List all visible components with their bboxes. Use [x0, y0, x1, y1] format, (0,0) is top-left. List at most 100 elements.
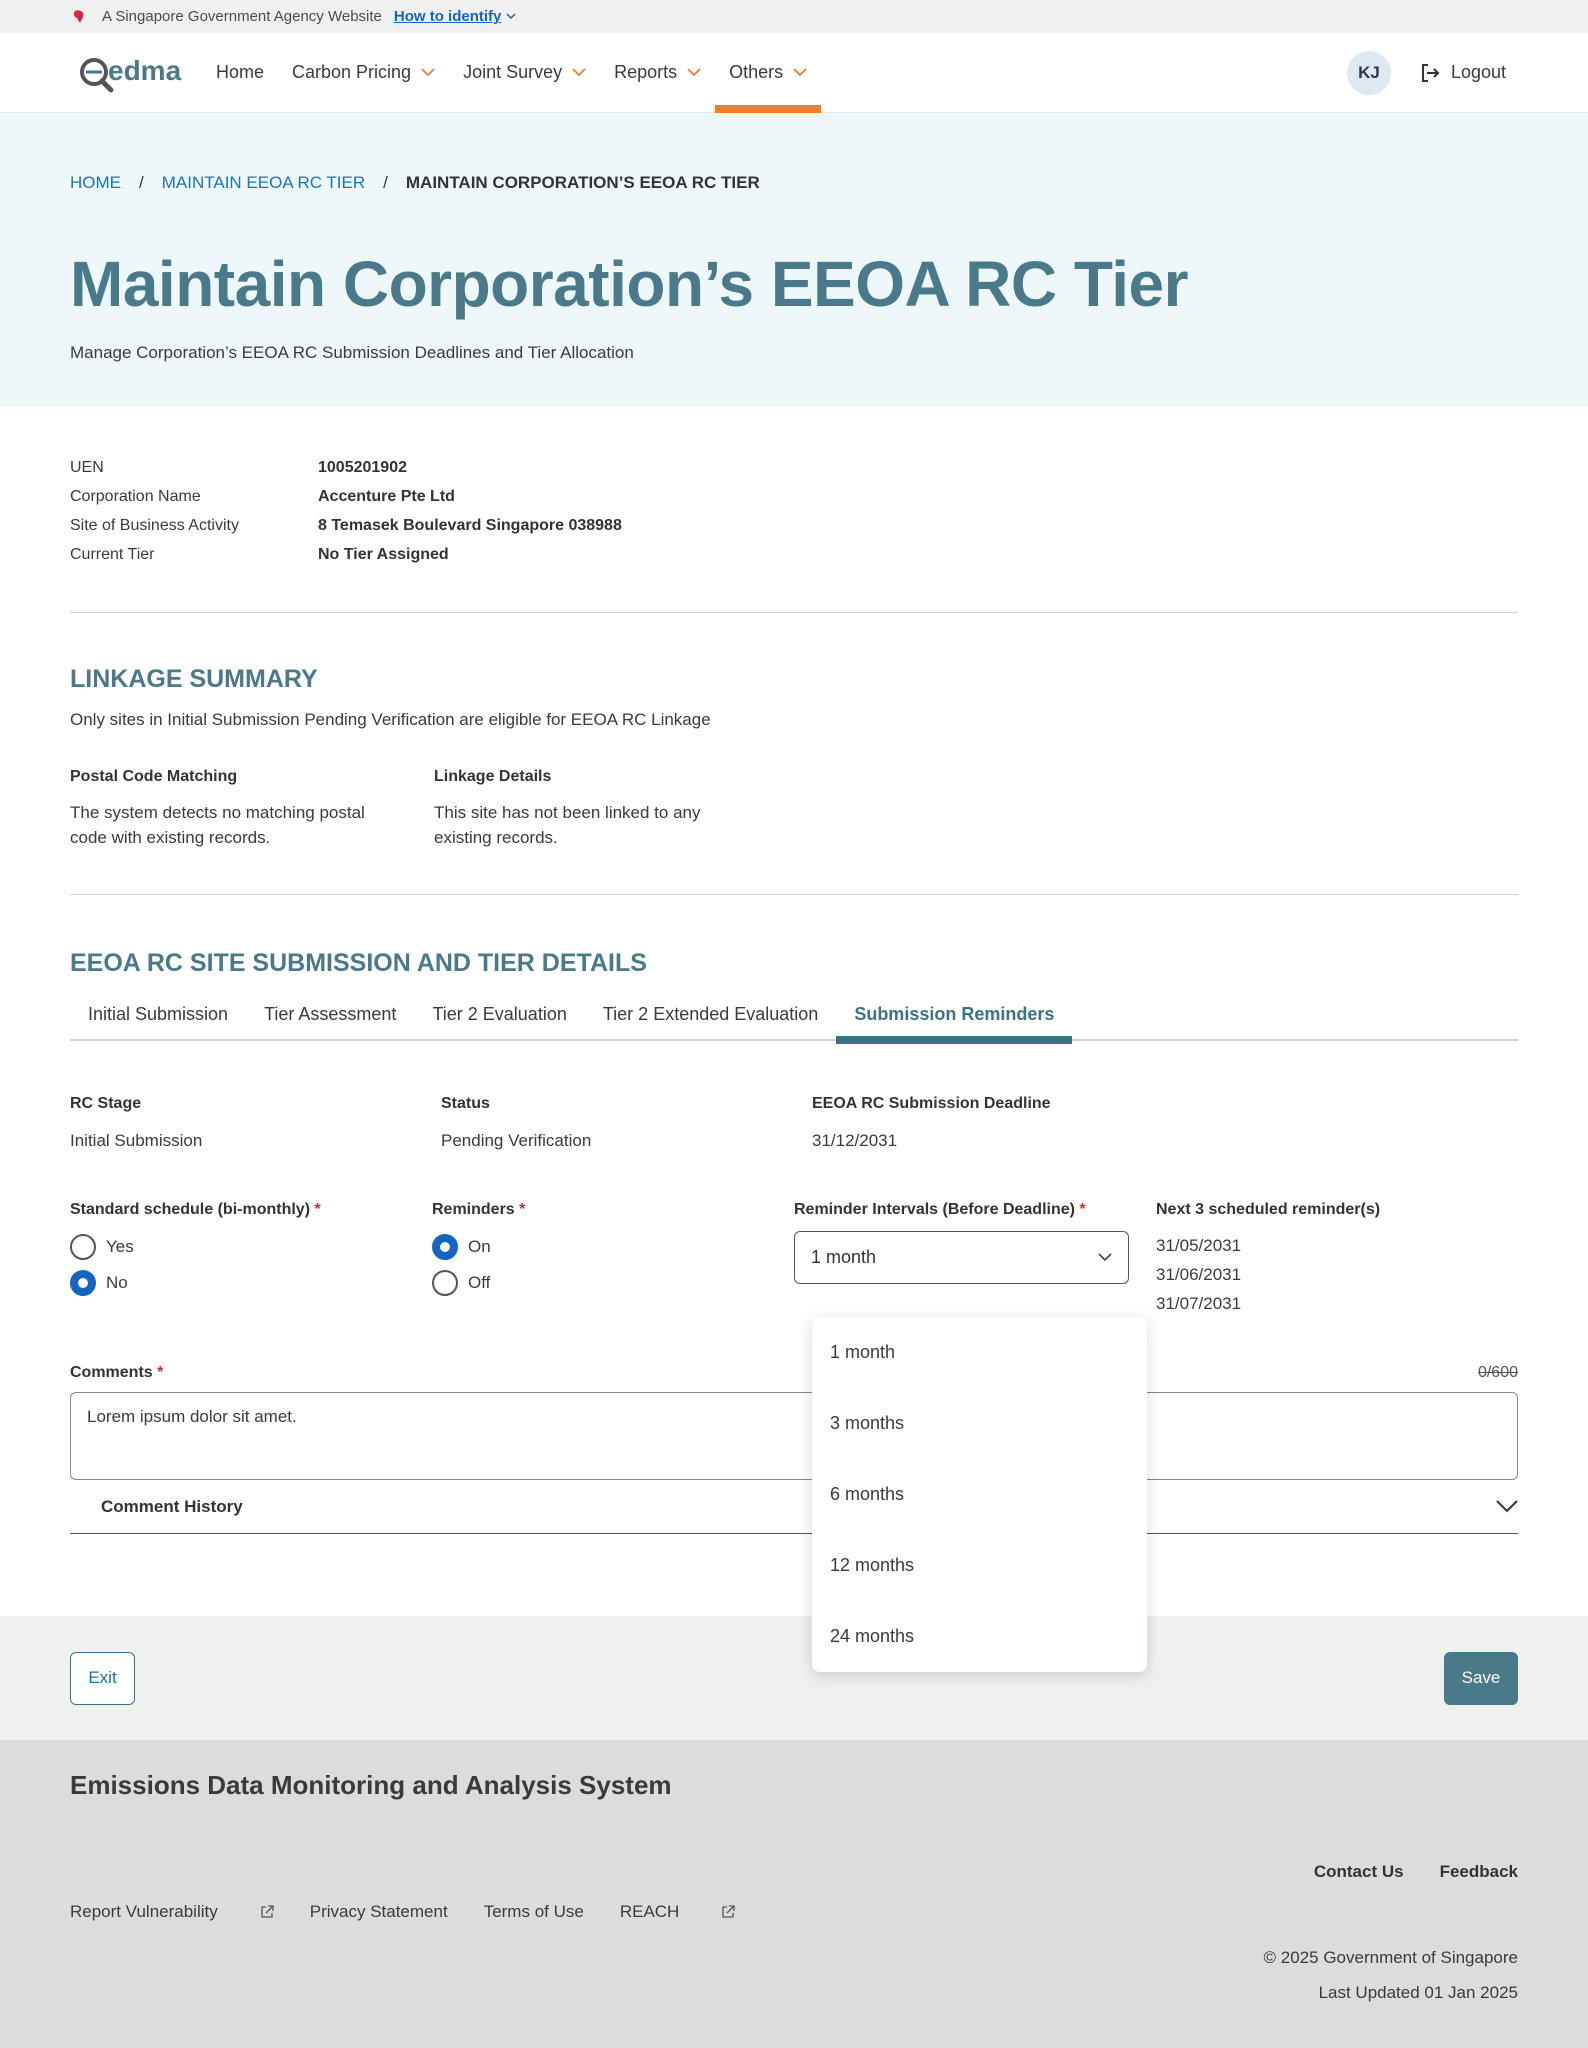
external-link-icon	[722, 1905, 735, 1918]
chevron-down-icon	[421, 68, 435, 77]
reminder-form: Standard schedule (bi-monthly) * Yes No …	[70, 1201, 1518, 1318]
label-text: Reminders	[432, 1201, 515, 1218]
info-value: 1005201902	[318, 459, 407, 476]
tab-tier-2-evaluation[interactable]: Tier 2 Evaluation	[414, 1004, 584, 1039]
chevron-down-icon	[687, 68, 701, 77]
status-label: Status	[441, 1095, 490, 1112]
external-link-icon	[261, 1905, 274, 1918]
postal-code-matching: Postal Code Matching The system detects …	[70, 768, 434, 850]
feedback-link[interactable]: Feedback	[1440, 1862, 1518, 1882]
main-content: UEN 1005201902 Corporation Name Accenture …	[0, 407, 1588, 1534]
contact-us-link[interactable]: Contact Us	[1314, 1862, 1404, 1882]
breadcrumb-separator: /	[139, 173, 144, 192]
nav-label: Carbon Pricing	[292, 62, 412, 82]
info-value: Accenture Pte Ltd	[318, 488, 455, 505]
page-title: Maintain Corporation’s EEOA RC Tier	[70, 248, 1189, 320]
nav-item-others[interactable]: Others	[715, 33, 822, 113]
reminder-interval-field: Reminder Intervals (Before Deadline) * 1…	[794, 1201, 1156, 1318]
deadline-label: EEOA RC Submission Deadline	[812, 1095, 1051, 1112]
singapore-lion-icon	[73, 9, 84, 23]
reminder-interval-select[interactable]: 1 month	[794, 1231, 1129, 1284]
status-value: Pending Verification	[441, 1131, 592, 1150]
dropdown-option-1-month[interactable]: 1 month	[812, 1317, 1147, 1388]
chevron-down-icon	[1098, 1253, 1112, 1262]
reminders-field: Reminders * On Off	[432, 1201, 794, 1318]
linkage-summary-title: LINKAGE SUMMARY	[70, 665, 318, 693]
link-label: REACH	[619, 1902, 680, 1921]
select-value: 1 month	[811, 1247, 877, 1267]
tab-initial-submission[interactable]: Initial Submission	[70, 1004, 246, 1039]
linkage-summary: LINKAGE SUMMARY Only sites in Initial Su…	[70, 665, 1518, 850]
footer-right-links: Contact Us Feedback	[1278, 1862, 1518, 1882]
chevron-down-icon	[506, 13, 516, 20]
reminders-radio-off[interactable]: Off	[432, 1265, 794, 1301]
info-value: No Tier Assigned	[318, 546, 449, 563]
radio-label: Yes	[106, 1237, 134, 1256]
nav-item-home[interactable]: Home	[202, 33, 278, 112]
dropdown-option-12-months[interactable]: 12 months	[812, 1530, 1147, 1601]
label-text: Comments	[70, 1364, 153, 1381]
exit-button[interactable]: Exit	[70, 1651, 135, 1705]
how-to-identify-link[interactable]: How to identify	[394, 8, 517, 25]
nav-label: Home	[216, 62, 265, 82]
nav-label: Others	[729, 62, 784, 82]
footer-links: Report Vulnerability Privacy Statement T…	[70, 1902, 771, 1922]
rc-stage: RC Stage Initial Submission	[70, 1095, 441, 1151]
save-button[interactable]: Save	[1444, 1651, 1518, 1705]
chevron-down-icon	[1496, 1500, 1518, 1513]
last-updated: Last Updated 01 Jan 2025	[1318, 1983, 1518, 2002]
comments-header: Comments * 0/600	[70, 1364, 1518, 1382]
terms-of-use-link[interactable]: Terms of Use	[484, 1902, 584, 1922]
page-subtitle: Manage Corporation’s EEOA RC Submission …	[70, 343, 634, 362]
info-value: 8 Temasek Boulevard Singapore 038988	[318, 517, 622, 534]
next-reminders-list: 31/05/2031 31/06/2031 31/07/2031	[1156, 1231, 1518, 1318]
reminders-radio-on[interactable]: On	[432, 1229, 794, 1265]
tab-submission-reminders[interactable]: Submission Reminders	[836, 1004, 1073, 1044]
logout-button[interactable]: Logout	[1419, 62, 1506, 84]
avatar[interactable]: KJ	[1346, 50, 1391, 95]
schedule-radio-no[interactable]: No	[70, 1265, 432, 1301]
reminders-label: Reminders *	[432, 1201, 794, 1219]
footer-title: Emissions Data Monitoring and Analysis S…	[70, 1770, 672, 1800]
reminder-date: 31/06/2031	[1156, 1265, 1242, 1284]
standard-schedule-field: Standard schedule (bi-monthly) * Yes No	[70, 1201, 432, 1318]
breadcrumb-parent[interactable]: MAINTAIN EEOA RC TIER	[162, 173, 365, 193]
nav-right: KJ Logout	[1346, 33, 1506, 112]
schedule-radio-yes[interactable]: Yes	[70, 1229, 432, 1265]
logout-label: Logout	[1450, 62, 1506, 82]
nav-items: Home Carbon Pricing Joint Survey Reports…	[202, 33, 822, 113]
dropdown-option-6-months[interactable]: 6 months	[812, 1459, 1147, 1530]
label-text: Standard schedule (bi-monthly)	[70, 1201, 311, 1218]
breadcrumb-home[interactable]: HOME	[70, 173, 121, 193]
edma-logo[interactable]: edma	[78, 33, 182, 112]
reminder-interval-label: Reminder Intervals (Before Deadline) *	[794, 1201, 1156, 1219]
reach-link[interactable]: REACH	[620, 1902, 736, 1922]
nav-label: Reports	[614, 62, 678, 82]
dropdown-option-3-months[interactable]: 3 months	[812, 1388, 1147, 1459]
radio-label: Off	[468, 1273, 491, 1292]
nav-label: Joint Survey	[463, 62, 563, 82]
radio-circle	[70, 1234, 96, 1260]
footer: Emissions Data Monitoring and Analysis S…	[0, 1740, 1588, 2048]
required-mark: *	[314, 1201, 321, 1218]
info-row-corporation-name: Corporation Name Accenture Pte Ltd	[70, 482, 1518, 511]
dropdown-option-24-months[interactable]: 24 months	[812, 1601, 1147, 1672]
nav-item-carbon-pricing[interactable]: Carbon Pricing	[278, 33, 449, 112]
tier-section-title: EEOA RC SITE SUBMISSION AND TIER DETAILS	[70, 949, 647, 977]
nav-item-joint-survey[interactable]: Joint Survey	[449, 33, 600, 112]
radio-label: On	[468, 1237, 491, 1256]
tab-tier-assessment[interactable]: Tier Assessment	[246, 1004, 414, 1039]
comment-history-toggle[interactable]: Comment History	[70, 1480, 1518, 1534]
report-vulnerability-link[interactable]: Report Vulnerability	[70, 1902, 274, 1922]
info-label: Current Tier	[70, 546, 155, 563]
info-label: UEN	[70, 459, 104, 476]
nav-item-reports[interactable]: Reports	[600, 33, 715, 112]
corporation-info: UEN 1005201902 Corporation Name Accenture …	[70, 407, 1518, 569]
main-nav: edma Home Carbon Pricing Joint Survey Re…	[0, 33, 1588, 113]
tab-tier-2-extended-evaluation[interactable]: Tier 2 Extended Evaluation	[585, 1004, 836, 1039]
rc-stage-label: RC Stage	[70, 1095, 142, 1112]
comments-textarea[interactable]: Lorem ipsum dolor sit amet.	[70, 1392, 1518, 1480]
svg-text:edma: edma	[108, 55, 182, 86]
privacy-statement-link[interactable]: Privacy Statement	[310, 1902, 448, 1922]
tier-tabs: Initial Submission Tier Assessment Tier …	[70, 996, 1518, 1044]
